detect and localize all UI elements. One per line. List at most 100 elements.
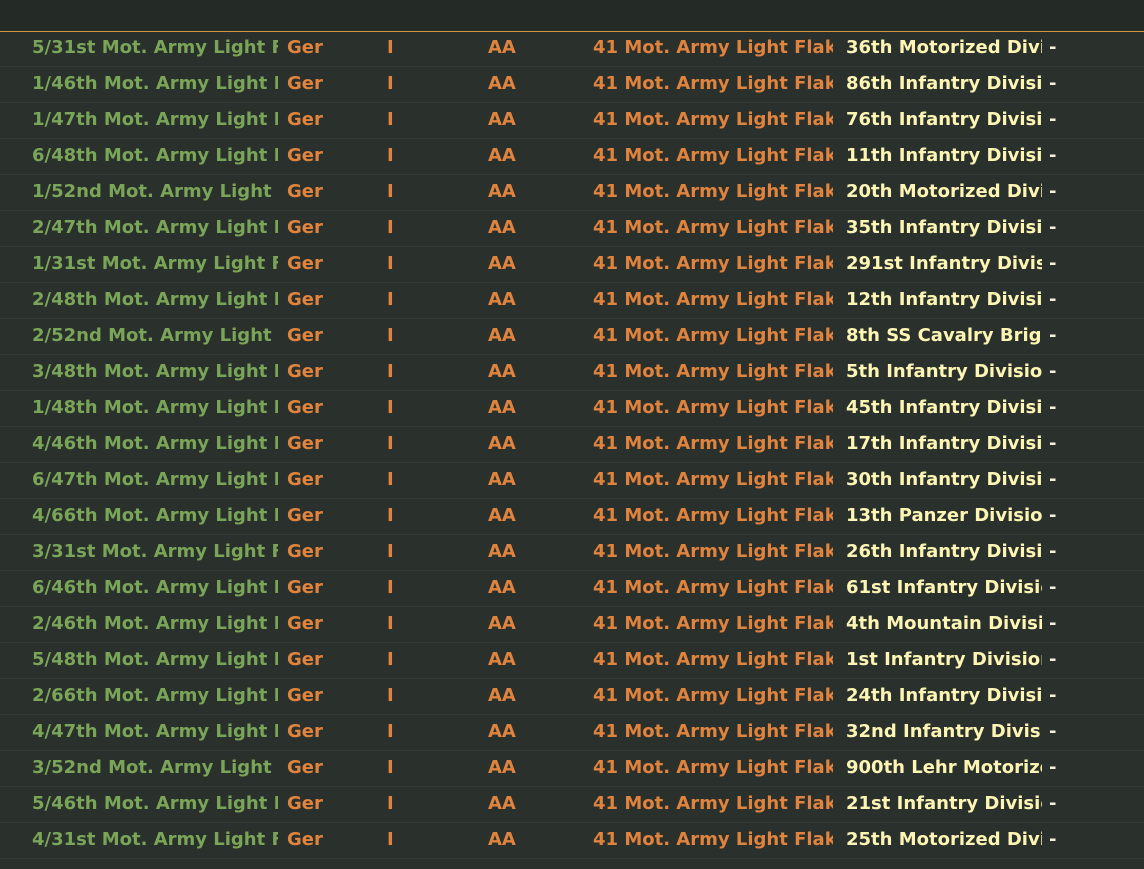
nation-cell: Ger	[287, 649, 323, 670]
table-row[interactable]: 1/48th Mot. Army Light Fl Ger I AA 41 Mot. A…	[0, 391, 1144, 427]
table-row[interactable]: 1/46th Mot. Army Light Fl Ger I AA 41 Mot. A…	[0, 67, 1144, 103]
template-cell: 41 Mot. Army Light Flak C	[593, 253, 833, 274]
table-row[interactable]: 1/52nd Mot. Army Light Fl Ger I AA 41 Mot. A…	[0, 175, 1144, 211]
attached-to-cell[interactable]: 25th Motorized Divis	[846, 823, 1042, 857]
unit-name-cell[interactable]: 5/31st Mot. Army Light Fl	[32, 31, 278, 65]
attached-to-cell[interactable]: 76th Infantry Divisio	[846, 103, 1042, 137]
unit-name-cell[interactable]: 1/31st Mot. Army Light Fla	[32, 247, 278, 281]
unit-name-cell[interactable]: 1/48th Mot. Army Light Fl	[32, 391, 278, 425]
level-cell: I	[387, 325, 394, 346]
unit-type-cell: AA	[488, 577, 516, 598]
level-cell: I	[387, 541, 394, 562]
attached-to-cell[interactable]: 5th Infantry Division	[846, 355, 1042, 389]
table-row[interactable]: 4/46th Mot. Army Light Fl Ger I AA 41 Mot. A…	[0, 427, 1144, 463]
unit-type-cell: AA	[488, 397, 516, 418]
level-cell: I	[387, 145, 394, 166]
attached-to-cell[interactable]: 86th Infantry Divisio	[846, 67, 1042, 101]
extra-cell: -	[1049, 289, 1057, 310]
unit-name-cell[interactable]: 1/52nd Mot. Army Light Fl	[32, 175, 278, 209]
table-row[interactable]: 3/52nd Mot. Army Light F Ger I AA 41 Mot. Ar…	[0, 751, 1144, 787]
table-row[interactable]: 1/31st Mot. Army Light Fla Ger I AA 41 Mot. …	[0, 247, 1144, 283]
level-cell: I	[387, 793, 394, 814]
template-cell: 41 Mot. Army Light Flak C	[593, 721, 833, 742]
unit-name-cell[interactable]: 6/47th Mot. Army Light Fl	[32, 463, 278, 497]
table-row[interactable]: 2/48th Mot. Army Light Fl Ger I AA 41 Mot. A…	[0, 283, 1144, 319]
template-cell: 41 Mot. Army Light Flak C	[593, 505, 833, 526]
attached-to-cell[interactable]: 13th Panzer Division	[846, 499, 1042, 533]
template-cell: 41 Mot. Army Light Flak C	[593, 757, 833, 778]
attached-to-cell[interactable]: 8th SS Cavalry Briga	[846, 319, 1042, 353]
unit-name-cell[interactable]: 3/48th Mot. Army Light Fl	[32, 355, 278, 389]
template-cell: 41 Mot. Army Light Flak C	[593, 73, 833, 94]
unit-name-cell[interactable]: 6/48th Mot. Army Light Fl	[32, 139, 278, 173]
table-row[interactable]: 5/48th Mot. Army Light Fl Ger I AA 41 Mot. A…	[0, 643, 1144, 679]
level-cell: I	[387, 649, 394, 670]
table-row[interactable]: 3/48th Mot. Army Light Fl Ger I AA 41 Mot. A…	[0, 355, 1144, 391]
unit-name-cell[interactable]: 1/46th Mot. Army Light Fl	[32, 67, 278, 101]
level-cell: I	[387, 613, 394, 634]
unit-name-cell[interactable]: 1/47th Mot. Army Light Fl	[32, 103, 278, 137]
table-row[interactable]: 2/47th Mot. Army Light Fl Ger I AA 41 Mot. A…	[0, 211, 1144, 247]
attached-to-cell[interactable]: 24th Infantry Divisio	[846, 679, 1042, 713]
attached-to-cell[interactable]: 30th Infantry Divisio	[846, 463, 1042, 497]
attached-to-cell[interactable]: 26th Infantry Divisio	[846, 535, 1042, 569]
unit-name-cell[interactable]: 3/31st Mot. Army Light Fl	[32, 535, 278, 569]
unit-name-cell[interactable]: 4/31st Mot. Army Light Fl	[32, 823, 278, 857]
attached-to-cell[interactable]: 20th Motorized Divi	[846, 175, 1042, 209]
attached-to-cell[interactable]: 1st Infantry Division	[846, 643, 1042, 677]
template-cell: 41 Mot. Army Light Flak C	[593, 469, 833, 490]
table-row[interactable]: 1/47th Mot. Army Light Fl Ger I AA 41 Mot. A…	[0, 103, 1144, 139]
attached-to-cell[interactable]: 35th Infantry Divisio	[846, 211, 1042, 245]
unit-name-cell[interactable]: 4/66th Mot. Army Light Fl	[32, 499, 278, 533]
unit-type-cell: AA	[488, 289, 516, 310]
table-row[interactable]: 5/31st Mot. Army Light Fl Ger I AA 41 Mot. A…	[0, 31, 1144, 67]
attached-to-cell[interactable]: 61st Infantry Divisio	[846, 571, 1042, 605]
table-row[interactable]: 4/31st Mot. Army Light Fl Ger I AA 41 Mot. A…	[0, 823, 1144, 859]
table-row[interactable]: 2/52nd Mot. Army Light F Ger I AA 41 Mot. Ar…	[0, 319, 1144, 355]
unit-type-cell: AA	[488, 217, 516, 238]
nation-cell: Ger	[287, 145, 323, 166]
attached-to-cell[interactable]: 11th Infantry Division	[846, 139, 1042, 173]
level-cell: I	[387, 289, 394, 310]
table-row[interactable]: 6/48th Mot. Army Light Fl Ger I AA 41 Mot. A…	[0, 139, 1144, 175]
attached-to-cell[interactable]: 36th Motorized Divi	[846, 31, 1042, 65]
level-cell: I	[387, 829, 394, 850]
unit-name-cell[interactable]: 4/46th Mot. Army Light Fl	[32, 427, 278, 461]
extra-cell: -	[1049, 109, 1057, 130]
table-row[interactable]: 4/66th Mot. Army Light Fl Ger I AA 41 Mot. A…	[0, 499, 1144, 535]
nation-cell: Ger	[287, 613, 323, 634]
unit-name-cell[interactable]: 5/46th Mot. Army Light Fl	[32, 787, 278, 821]
attached-to-cell[interactable]: 45th Infantry Divisio	[846, 391, 1042, 425]
unit-name-cell[interactable]: 2/52nd Mot. Army Light F	[32, 319, 278, 353]
attached-to-cell[interactable]: 12th Infantry Divisio	[846, 283, 1042, 317]
table-row[interactable]: 6/47th Mot. Army Light Fl Ger I AA 41 Mot. A…	[0, 463, 1144, 499]
unit-name-cell[interactable]: 6/46th Mot. Army Light Fl	[32, 571, 278, 605]
unit-name-cell[interactable]: 3/52nd Mot. Army Light F	[32, 751, 278, 785]
table-row[interactable]: 4/47th Mot. Army Light Fl Ger I AA 41 Mot. A…	[0, 715, 1144, 751]
attached-to-cell[interactable]: 32nd Infantry Divisi	[846, 715, 1042, 749]
table-row[interactable]: 2/66th Mot. Army Light Fl Ger I AA 41 Mot. A…	[0, 679, 1144, 715]
unit-type-cell: AA	[488, 685, 516, 706]
attached-to-cell[interactable]: 291st Infantry Divisi	[846, 247, 1042, 281]
unit-name-cell[interactable]: 2/46th Mot. Army Light Fl	[32, 607, 278, 641]
table-row[interactable]: 3/31st Mot. Army Light Fl Ger I AA 41 Mot. A…	[0, 535, 1144, 571]
extra-cell: -	[1049, 757, 1057, 778]
unit-name-cell[interactable]: 4/47th Mot. Army Light Fl	[32, 715, 278, 749]
unit-type-cell: AA	[488, 181, 516, 202]
nation-cell: Ger	[287, 541, 323, 562]
unit-type-cell: AA	[488, 757, 516, 778]
attached-to-cell[interactable]: 900th Lehr Motorize	[846, 751, 1042, 785]
nation-cell: Ger	[287, 685, 323, 706]
unit-name-cell[interactable]: 2/66th Mot. Army Light Fl	[32, 679, 278, 713]
unit-name-cell[interactable]: 5/48th Mot. Army Light Fl	[32, 643, 278, 677]
table-row[interactable]: 6/46th Mot. Army Light Fl Ger I AA 41 Mot. A…	[0, 571, 1144, 607]
table-row[interactable]: 5/46th Mot. Army Light Fl Ger I AA 41 Mot. A…	[0, 787, 1144, 823]
attached-to-cell[interactable]: 21st Infantry Divisio	[846, 787, 1042, 821]
attached-to-cell[interactable]: 4th Mountain Divisio	[846, 607, 1042, 641]
unit-name-cell[interactable]: 2/47th Mot. Army Light Fl	[32, 211, 278, 245]
unit-type-cell: AA	[488, 73, 516, 94]
unit-name-cell[interactable]: 2/48th Mot. Army Light Fl	[32, 283, 278, 317]
attached-to-cell[interactable]: 17th Infantry Divisio	[846, 427, 1042, 461]
template-cell: 41 Mot. Army Light Flak C	[593, 289, 833, 310]
table-row[interactable]: 2/46th Mot. Army Light Fl Ger I AA 41 Mot. A…	[0, 607, 1144, 643]
